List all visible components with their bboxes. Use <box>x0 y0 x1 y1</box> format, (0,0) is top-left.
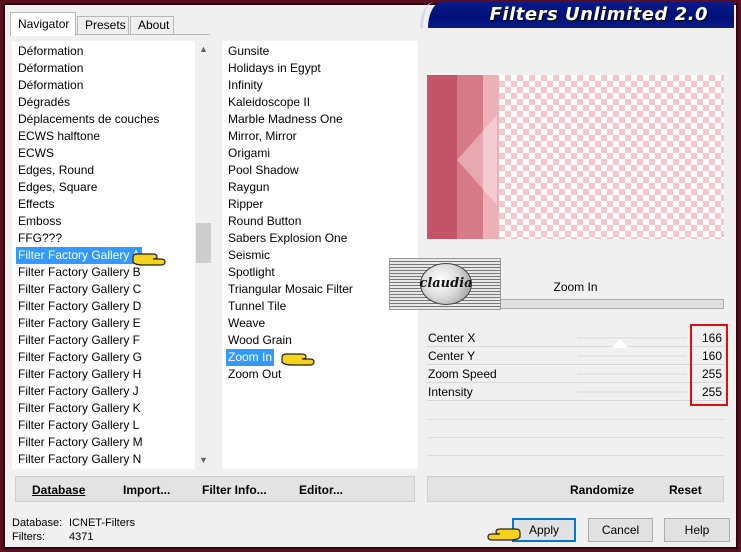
watermark-logo: claudia <box>389 258 501 310</box>
help-button[interactable]: Help <box>664 518 730 542</box>
database-label: Database: <box>12 517 63 529</box>
filter-list-item[interactable]: Kaleidoscope II <box>226 94 312 111</box>
right-toolbar: Randomize Reset <box>427 476 724 502</box>
param-label: Zoom Speed <box>428 367 497 381</box>
watermark-text: claudia <box>419 276 473 291</box>
randomize-button[interactable]: Randomize <box>570 483 634 497</box>
filter-list-item[interactable]: Triangular Mosaic Filter <box>226 281 355 298</box>
category-list-item[interactable]: Edges, Square <box>16 179 99 196</box>
category-list-item[interactable]: Déformation <box>16 77 85 94</box>
filter-list-item[interactable]: Pool Shadow <box>226 162 301 179</box>
filter-list-item[interactable]: Seismic <box>226 247 272 264</box>
param-divider <box>427 455 724 456</box>
filter-list-item[interactable]: Zoom In <box>226 349 275 366</box>
parameter-panel: Center X 166 Center Y 160 Zoom Speed 255… <box>427 329 724 469</box>
left-toolbar: Database Import... Filter Info... Editor… <box>15 476 415 502</box>
category-list-item[interactable]: Filter Factory Gallery J <box>16 383 141 400</box>
chevron-up-icon[interactable]: ▲ <box>195 41 212 58</box>
triangle-marker-icon <box>611 339 629 348</box>
filter-info-button[interactable]: Filter Info... <box>202 483 267 497</box>
category-list-item[interactable]: ECWS <box>16 145 56 162</box>
category-list-item[interactable]: Emboss <box>16 213 63 230</box>
filter-list-item[interactable]: Holidays in Egypt <box>226 60 323 77</box>
scrollbar-thumb[interactable] <box>196 223 211 263</box>
category-list-item[interactable]: Filter Factory Gallery E <box>16 315 143 332</box>
category-list-item[interactable]: Filter Factory Gallery L <box>16 417 141 434</box>
category-list-item[interactable]: Filter Factory Gallery G <box>16 349 144 366</box>
param-row-zoom-speed[interactable]: Zoom Speed 255 <box>427 365 724 383</box>
tab-about[interactable]: About <box>130 16 174 35</box>
pointing-hand-icon <box>132 253 166 266</box>
param-row-center-x[interactable]: Center X 166 <box>427 329 724 347</box>
tab-navigator[interactable]: Navigator <box>10 12 76 36</box>
param-row-center-y[interactable]: Center Y 160 <box>427 347 724 365</box>
database-button[interactable]: Database <box>32 483 85 497</box>
preview-shape <box>457 115 497 205</box>
reset-button[interactable]: Reset <box>669 483 702 497</box>
preview-band <box>427 75 457 239</box>
filter-list-item[interactable]: Sabers Explosion One <box>226 230 349 247</box>
category-list-item[interactable]: Filter Factory Gallery A <box>16 247 143 264</box>
category-list-item[interactable]: ECWS halftone <box>16 128 102 145</box>
pointing-hand-icon <box>281 353 315 366</box>
param-slider[interactable] <box>577 373 687 375</box>
category-list-item[interactable]: Filter Factory Gallery N <box>16 451 143 468</box>
param-slider[interactable] <box>577 391 687 393</box>
param-divider <box>427 419 724 420</box>
category-list-item[interactable]: Effects <box>16 196 56 213</box>
category-list-item[interactable]: Edges, Round <box>16 162 96 179</box>
category-list-item[interactable]: FFG??? <box>16 230 64 247</box>
category-list-item[interactable]: Dégradés <box>16 94 72 111</box>
filter-list-item[interactable]: Zoom Out <box>226 366 283 383</box>
category-list-item[interactable]: Filter Factory Gallery K <box>16 400 143 417</box>
filters-count-value: 4371 <box>69 531 94 543</box>
param-label: Center Y <box>428 349 476 363</box>
filter-list[interactable]: Gunsite Holidays in Egypt Infinity Kaleidos… <box>222 41 418 469</box>
category-list-item[interactable]: Filter Factory Gallery D <box>16 298 143 315</box>
param-slider[interactable] <box>577 355 687 357</box>
chevron-down-icon[interactable]: ▼ <box>195 452 212 469</box>
editor-button[interactable]: Editor... <box>299 483 343 497</box>
tab-presets[interactable]: Presets <box>77 16 129 35</box>
filter-list-item[interactable]: Weave <box>226 315 267 332</box>
import-button[interactable]: Import... <box>123 483 170 497</box>
category-list-item[interactable]: Filter Factory Gallery H <box>16 366 143 383</box>
filter-list-item[interactable]: Gunsite <box>226 43 271 60</box>
filter-list-item[interactable]: Origami <box>226 145 272 162</box>
param-label: Intensity <box>428 385 473 399</box>
category-scrollbar[interactable]: ▲ ▼ <box>195 41 212 469</box>
param-row-intensity[interactable]: Intensity 255 <box>427 383 724 401</box>
value-highlight-box <box>690 324 728 406</box>
filter-list-item[interactable]: Infinity <box>226 77 265 94</box>
param-slider[interactable] <box>577 337 687 339</box>
window-title: Filters Unlimited 2.0 <box>489 4 708 25</box>
category-list-item[interactable]: Déformation <box>16 60 85 77</box>
category-list-item[interactable]: Déplacements de couches <box>16 111 161 128</box>
category-list[interactable]: Déformation Déformation Déformation Dégradé… <box>12 41 212 469</box>
filter-list-item[interactable]: Raygun <box>226 179 271 196</box>
filter-list-item[interactable]: Ripper <box>226 196 265 213</box>
filter-list-item[interactable]: Spotlight <box>226 264 277 281</box>
cancel-button[interactable]: Cancel <box>588 518 653 542</box>
category-list-item[interactable]: Filter Factory Gallery M <box>16 434 145 451</box>
param-label: Center X <box>428 331 476 345</box>
category-list-item[interactable]: Déformation <box>16 43 85 60</box>
database-value: ICNET-Filters <box>69 517 135 529</box>
filter-list-item[interactable]: Tunnel Tile <box>226 298 288 315</box>
category-list-item[interactable]: Filter Factory Gallery F <box>16 332 142 349</box>
filter-list-item[interactable]: Wood Grain <box>226 332 294 349</box>
category-list-item[interactable]: Filter Factory Gallery C <box>16 281 143 298</box>
preview-image <box>427 75 724 239</box>
pointing-hand-icon <box>487 528 521 541</box>
filter-list-item[interactable]: Mirror, Mirror <box>226 128 299 145</box>
filters-count-label: Filters: <box>12 531 45 543</box>
filter-list-item[interactable]: Marble Madness One <box>226 111 345 128</box>
param-divider <box>427 437 724 438</box>
title-banner: Filters Unlimited 2.0 <box>420 2 734 28</box>
filter-list-item[interactable]: Round Button <box>226 213 303 230</box>
category-list-item[interactable]: Filter Factory Gallery B <box>16 264 143 281</box>
